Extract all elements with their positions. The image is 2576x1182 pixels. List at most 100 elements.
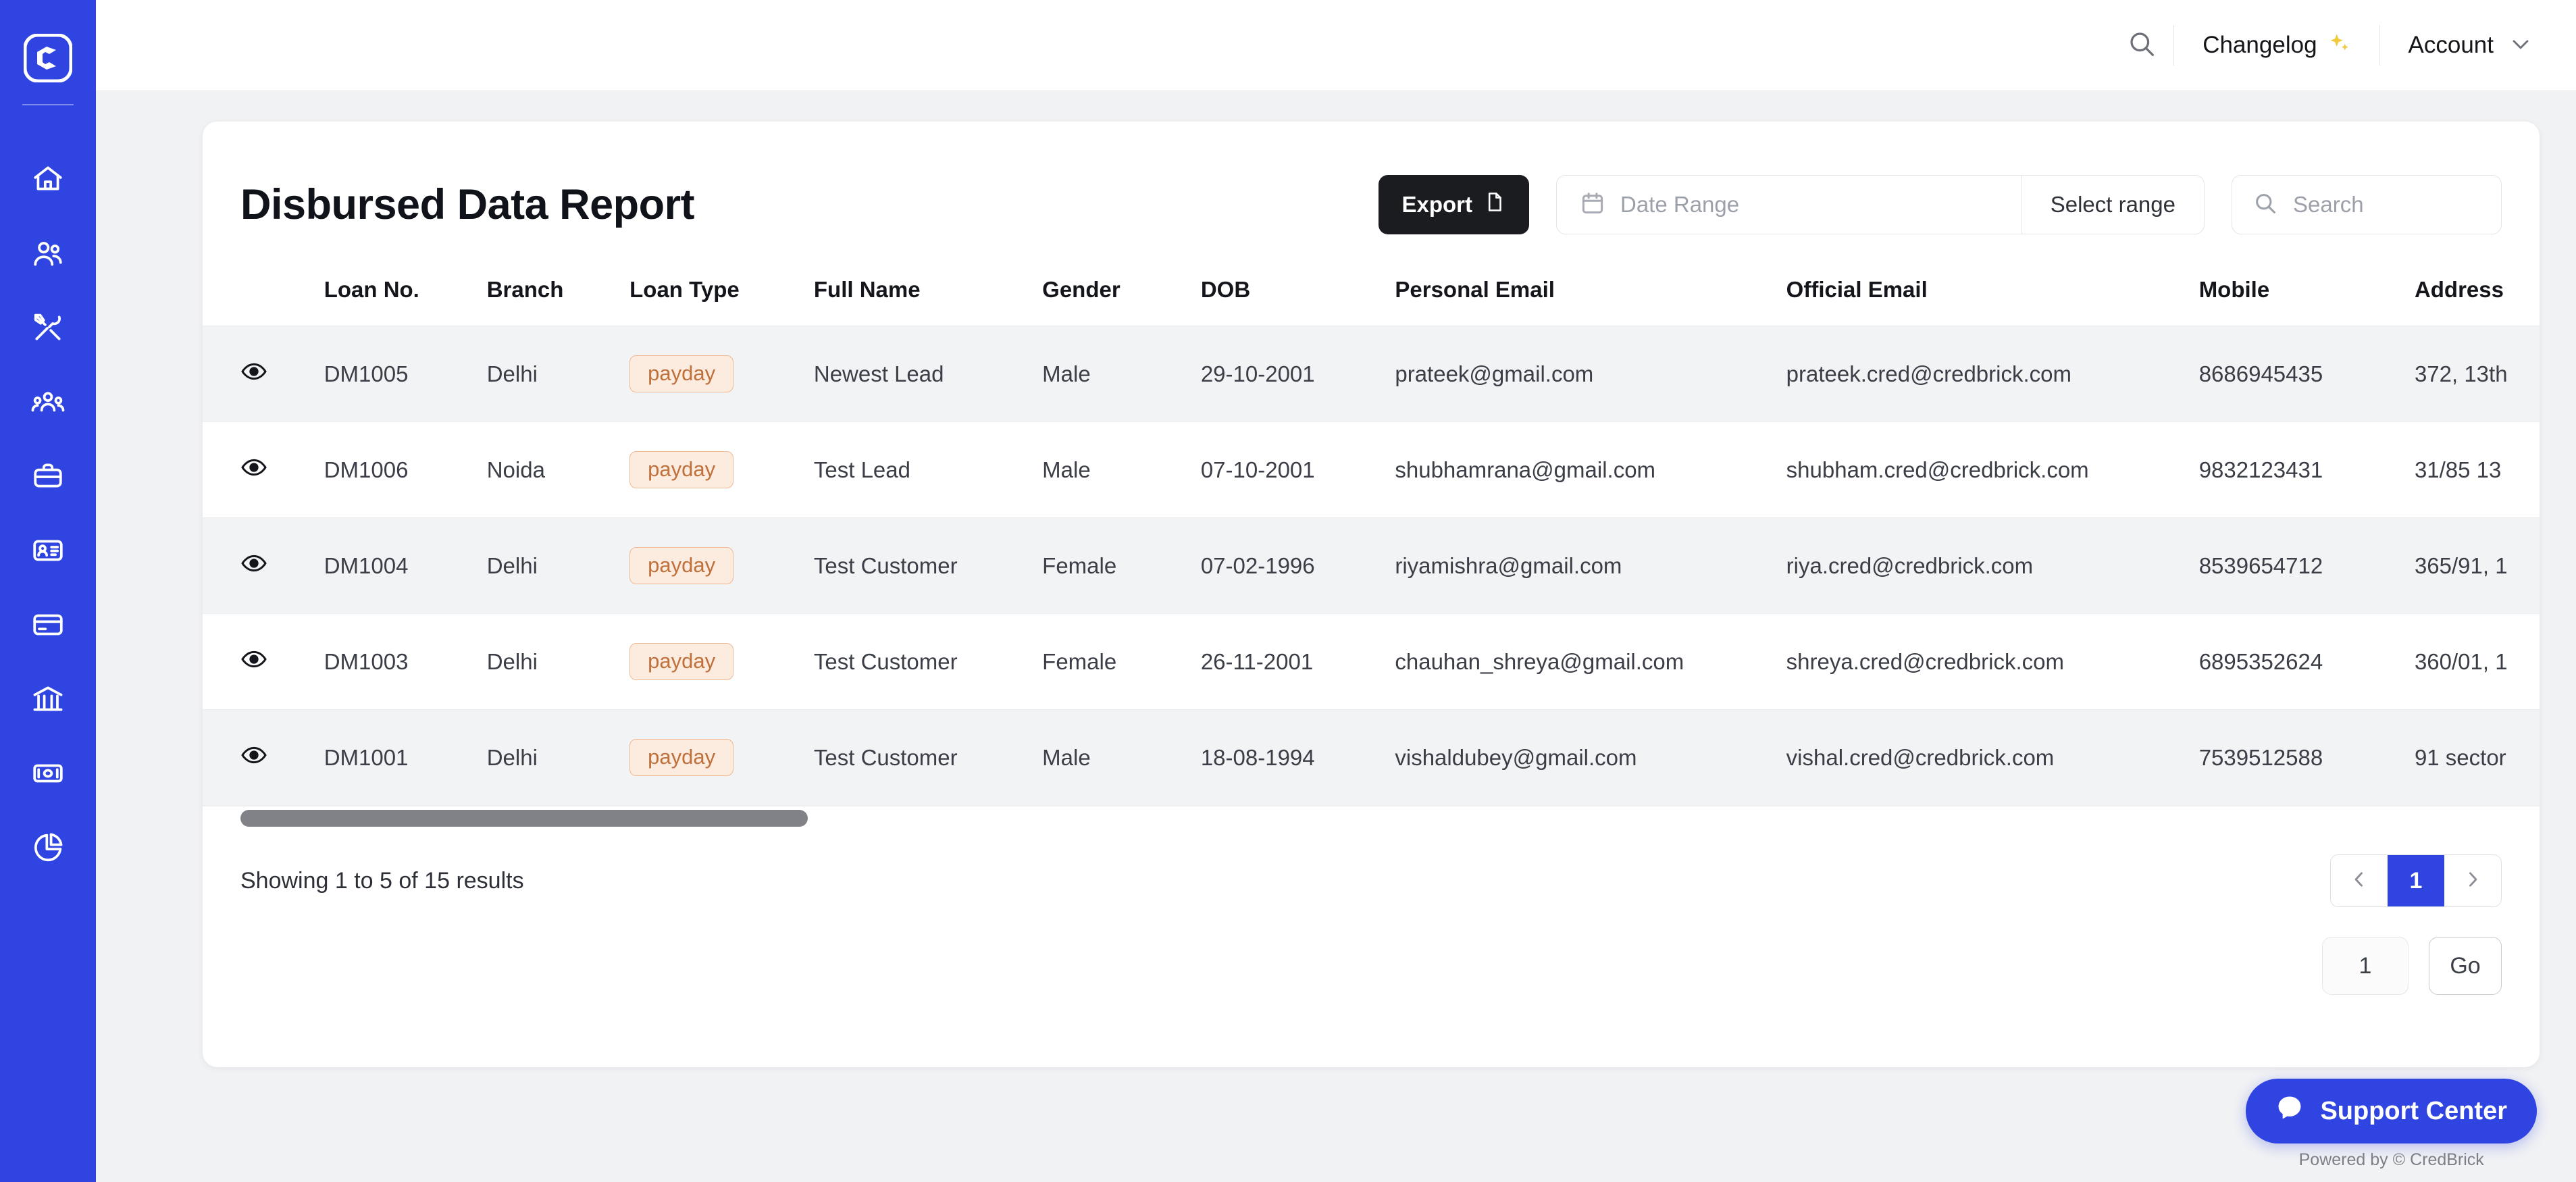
cell-address: 31/85 13 [2415, 422, 2540, 518]
goto-page-input[interactable]: 1 [2322, 937, 2408, 995]
credbrick-logo-icon [22, 32, 74, 84]
col-header-gender: Gender [1042, 267, 1201, 326]
account-menu[interactable]: Account [2380, 30, 2541, 61]
eye-icon [240, 557, 267, 582]
cell-gender: Male [1042, 710, 1201, 806]
table-row[interactable]: DM1005DelhipaydayNewest LeadMale29-10-20… [203, 326, 2540, 422]
cell-full-name: Newest Lead [814, 326, 1042, 422]
cell-loan-type: payday [629, 422, 814, 518]
sidebar-item-cash[interactable] [0, 736, 96, 811]
search-input[interactable]: Search [2232, 175, 2502, 234]
export-button[interactable]: Export [1379, 175, 1529, 234]
cell-loan-no: DM1001 [324, 710, 487, 806]
cell-loan-no: DM1005 [324, 326, 487, 422]
cell-official-email: shreya.cred@credbrick.com [1786, 614, 2199, 710]
search-icon [2126, 28, 2157, 63]
sidebar-item-bank[interactable] [0, 662, 96, 736]
header-tools: Export [1379, 175, 2502, 234]
col-header-address: Address [2415, 267, 2540, 326]
card-footer: Showing 1 to 5 of 15 results 1 [203, 830, 2540, 894]
search-placeholder: Search [2293, 192, 2364, 217]
prev-page-button[interactable] [2331, 855, 2388, 906]
sidebar-item-briefcase[interactable] [0, 439, 96, 513]
scrollbar-thumb[interactable] [240, 810, 808, 827]
cell-full-name: Test Customer [814, 710, 1042, 806]
topbar: Changelog Account [96, 0, 2576, 91]
select-range-button[interactable]: Select range [2022, 176, 2204, 234]
sidebar-item-credit-card[interactable] [0, 588, 96, 662]
row-view-button[interactable] [203, 614, 324, 710]
loan-type-badge: payday [629, 739, 733, 775]
chat-bubble-icon [2275, 1094, 2304, 1129]
cell-branch: Delhi [487, 614, 629, 710]
sidebar-item-home[interactable] [0, 142, 96, 216]
col-header-loan-type: Loan Type [629, 267, 814, 326]
table-scroll-container[interactable]: Loan No. Branch Loan Type Full Name Gend… [203, 267, 2540, 806]
cell-branch: Delhi [487, 518, 629, 614]
cell-official-email: prateek.cred@credbrick.com [1786, 326, 2199, 422]
date-range-input[interactable]: Date Range [1557, 176, 2021, 234]
cell-full-name: Test Customer [814, 614, 1042, 710]
sidebar-item-tools[interactable] [0, 290, 96, 365]
table-row[interactable]: DM1004DelhipaydayTest CustomerFemale07-0… [203, 518, 2540, 614]
id-card-icon [31, 534, 65, 567]
table-row[interactable]: DM1006NoidapaydayTest LeadMale07-10-2001… [203, 422, 2540, 518]
next-page-button[interactable] [2444, 855, 2501, 906]
cell-mobile: 8539654712 [2199, 518, 2415, 614]
calendar-icon [1580, 190, 1605, 220]
cell-loan-no: DM1004 [324, 518, 487, 614]
powered-by-brand: CredBrick [2410, 1150, 2484, 1170]
app-root: Changelog Account [0, 0, 2576, 1182]
credit-card-icon [31, 608, 65, 642]
disbursed-data-table: Loan No. Branch Loan Type Full Name Gend… [203, 267, 2540, 806]
cell-full-name: Test Lead [814, 422, 1042, 518]
col-header-mobile: Mobile [2199, 267, 2415, 326]
sidebar-nav [0, 142, 96, 885]
search-icon [2252, 190, 2278, 220]
loan-type-badge: payday [629, 547, 733, 584]
export-label: Export [1401, 192, 1472, 217]
table-header-row: Loan No. Branch Loan Type Full Name Gend… [203, 267, 2540, 326]
support-center-label: Support Center [2320, 1097, 2507, 1126]
cell-full-name: Test Customer [814, 518, 1042, 614]
cell-branch: Noida [487, 422, 629, 518]
account-label: Account [2408, 32, 2494, 59]
row-view-button[interactable] [203, 422, 324, 518]
table-row[interactable]: DM1001DelhipaydayTest CustomerMale18-08-… [203, 710, 2540, 806]
row-view-button[interactable] [203, 326, 324, 422]
horizontal-scrollbar[interactable] [203, 806, 2540, 830]
global-search-button[interactable] [2110, 28, 2173, 63]
report-card: Disbursed Data Report Export [203, 122, 2540, 1067]
cell-gender: Male [1042, 326, 1201, 422]
col-header-branch: Branch [487, 267, 629, 326]
cell-dob: 26-11-2001 [1201, 614, 1395, 710]
page-1-button[interactable]: 1 [2388, 855, 2444, 906]
results-summary: Showing 1 to 5 of 15 results [240, 868, 2502, 894]
sidebar-item-team[interactable] [0, 365, 96, 439]
cell-loan-type: payday [629, 614, 814, 710]
table-row[interactable]: DM1003DelhipaydayTest CustomerFemale26-1… [203, 614, 2540, 710]
brand-logo[interactable] [22, 32, 74, 84]
bank-icon [31, 682, 65, 716]
cell-official-email: riya.cred@credbrick.com [1786, 518, 2199, 614]
goto-page-control: 1 Go [2322, 937, 2502, 995]
loan-type-badge: payday [629, 451, 733, 488]
changelog-button[interactable]: Changelog [2174, 32, 2379, 59]
row-view-button[interactable] [203, 518, 324, 614]
cell-address: 91 sector [2415, 710, 2540, 806]
table-head: Loan No. Branch Loan Type Full Name Gend… [203, 267, 2540, 326]
chevron-down-icon [2507, 30, 2534, 61]
changelog-label: Changelog [2203, 32, 2317, 59]
sidebar-item-id-card[interactable] [0, 513, 96, 588]
powered-by: Powered by © CredBrick [2299, 1150, 2484, 1170]
eye-icon [240, 461, 267, 486]
cell-personal-email: prateek@gmail.com [1395, 326, 1786, 422]
support-center-button[interactable]: Support Center [2246, 1079, 2537, 1144]
cell-mobile: 8686945435 [2199, 326, 2415, 422]
sidebar-item-reports[interactable] [0, 811, 96, 885]
goto-button[interactable]: Go [2429, 937, 2502, 995]
sidebar-item-users[interactable] [0, 216, 96, 290]
cell-branch: Delhi [487, 326, 629, 422]
row-view-button[interactable] [203, 710, 324, 806]
pagination: 1 [2330, 854, 2502, 907]
